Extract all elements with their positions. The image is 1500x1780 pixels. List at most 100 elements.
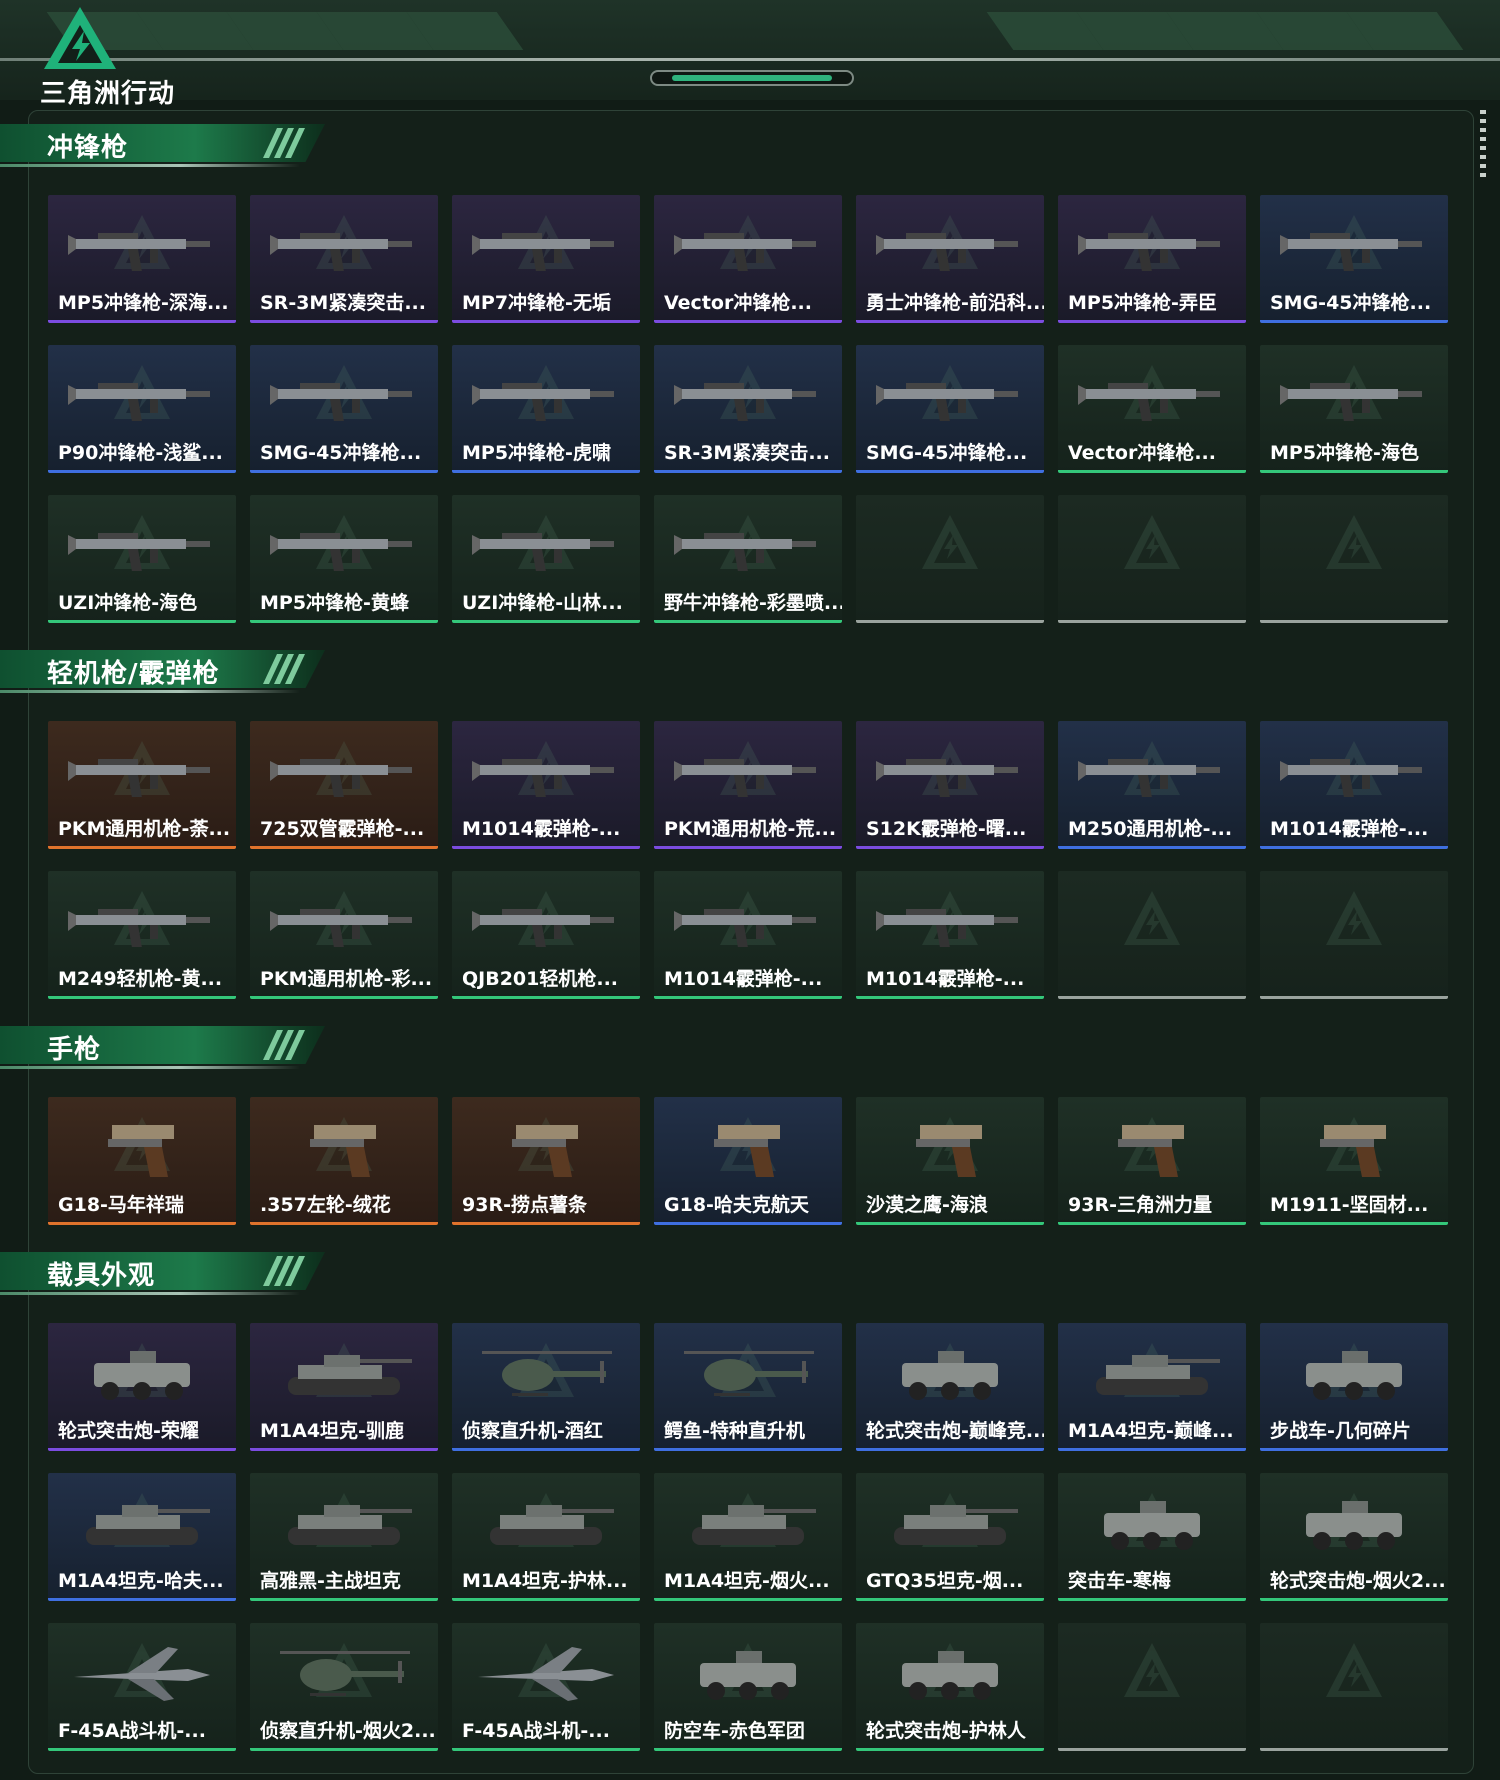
rarity-bar bbox=[1260, 1222, 1448, 1225]
watermark-logo-icon bbox=[920, 513, 980, 571]
skin-card[interactable]: 侦察直升机-烟火2... bbox=[250, 1623, 438, 1751]
rarity-bar bbox=[452, 470, 640, 473]
skin-card[interactable]: Vector冲锋枪... bbox=[654, 195, 842, 323]
skin-card[interactable]: PKM通用机枪-彩... bbox=[250, 871, 438, 999]
skin-card[interactable]: SMG-45冲锋枪... bbox=[1260, 195, 1448, 323]
tank-icon bbox=[674, 1493, 822, 1555]
skin-card[interactable]: M1014霰弹枪-... bbox=[452, 721, 640, 849]
skin-card[interactable]: G18-马年祥瑞 bbox=[48, 1097, 236, 1225]
skin-card[interactable]: 防空车-赤色军团 bbox=[654, 1623, 842, 1751]
skin-card[interactable]: M1014霰弹枪-... bbox=[1260, 721, 1448, 849]
gun-icon bbox=[472, 891, 620, 953]
skin-card[interactable]: M1A4坦克-驯鹿 bbox=[250, 1323, 438, 1451]
skin-card[interactable]: MP5冲锋枪-虎啸 bbox=[452, 345, 640, 473]
rarity-bar bbox=[250, 996, 438, 999]
gun-icon bbox=[1078, 365, 1226, 427]
skin-card[interactable]: MP5冲锋枪-弄臣 bbox=[1058, 195, 1246, 323]
pistol-icon bbox=[270, 1117, 418, 1179]
skin-card[interactable]: F-45A战斗机-... bbox=[48, 1623, 236, 1751]
rarity-bar bbox=[48, 470, 236, 473]
skin-card[interactable]: M249轻机枪-黄... bbox=[48, 871, 236, 999]
rarity-bar bbox=[1058, 620, 1246, 623]
skin-card[interactable]: M1A4坦克-哈夫... bbox=[48, 1473, 236, 1601]
skin-card[interactable]: QJB201轻机枪... bbox=[452, 871, 640, 999]
rarity-bar bbox=[856, 1748, 1044, 1751]
skin-card[interactable]: Vector冲锋枪... bbox=[1058, 345, 1246, 473]
skin-card[interactable]: M1A4坦克-烟火... bbox=[654, 1473, 842, 1601]
skin-name: M1A4坦克-驯鹿 bbox=[260, 1420, 404, 1442]
skin-name: M1014霰弹枪-... bbox=[462, 818, 621, 840]
skin-card[interactable]: UZI冲锋枪-山林... bbox=[452, 495, 640, 623]
skin-card[interactable]: 轮式突击炮-烟火2... bbox=[1260, 1473, 1448, 1601]
tank-icon bbox=[1078, 1343, 1226, 1405]
skin-card[interactable]: 725双管霰弹枪-... bbox=[250, 721, 438, 849]
skin-card[interactable]: P90冲锋枪-浅鲨... bbox=[48, 345, 236, 473]
skin-card[interactable]: M1A4坦克-护林... bbox=[452, 1473, 640, 1601]
skin-card[interactable]: 轮式突击炮-巅峰竞... bbox=[856, 1323, 1044, 1451]
skin-card[interactable]: 勇士冲锋枪-前沿科... bbox=[856, 195, 1044, 323]
skin-name: PKM通用机枪-荼... bbox=[58, 818, 231, 840]
rarity-bar bbox=[654, 1222, 842, 1225]
skin-name: SR-3M紧凑突击... bbox=[260, 292, 426, 314]
skin-card[interactable]: 步战车-几何碎片 bbox=[1260, 1323, 1448, 1451]
skin-card[interactable]: 轮式突击炮-护林人 bbox=[856, 1623, 1044, 1751]
rarity-bar bbox=[654, 320, 842, 323]
skin-card[interactable]: S12K霰弹枪-曙... bbox=[856, 721, 1044, 849]
watermark-logo-icon bbox=[1122, 513, 1182, 571]
skin-name: P90冲锋枪-浅鲨... bbox=[58, 442, 223, 464]
rarity-bar bbox=[452, 1448, 640, 1451]
skin-card[interactable]: MP7冲锋枪-无垢 bbox=[452, 195, 640, 323]
skin-card[interactable]: M1A4坦克-巅峰... bbox=[1058, 1323, 1246, 1451]
rarity-bar bbox=[250, 320, 438, 323]
rarity-bar bbox=[654, 1598, 842, 1601]
section-header: 手枪 bbox=[0, 1020, 330, 1072]
skin-card[interactable]: 鳄鱼-特种直升机 bbox=[654, 1323, 842, 1451]
skin-card[interactable]: PKM通用机枪-荒... bbox=[654, 721, 842, 849]
skin-card[interactable]: SMG-45冲锋枪... bbox=[250, 345, 438, 473]
skin-card[interactable]: .357左轮-绒花 bbox=[250, 1097, 438, 1225]
skin-card[interactable]: 93R-三角洲力量 bbox=[1058, 1097, 1246, 1225]
skin-card[interactable]: M1911-坚固材... bbox=[1260, 1097, 1448, 1225]
skin-card[interactable]: 高雅黑-主战坦克 bbox=[250, 1473, 438, 1601]
skin-card[interactable]: M1014霰弹枪-... bbox=[856, 871, 1044, 999]
helicopter-icon bbox=[674, 1343, 822, 1405]
skin-card[interactable]: SR-3M紧凑突击... bbox=[250, 195, 438, 323]
skin-name: PKM通用机枪-彩... bbox=[260, 968, 433, 990]
skin-card[interactable]: F-45A战斗机-... bbox=[452, 1623, 640, 1751]
tank-icon bbox=[472, 1493, 620, 1555]
rarity-bar bbox=[654, 996, 842, 999]
skin-card[interactable]: M250通用机枪-... bbox=[1058, 721, 1246, 849]
gun-icon bbox=[270, 741, 418, 803]
skin-card[interactable]: MP5冲锋枪-深海... bbox=[48, 195, 236, 323]
skin-card[interactable]: 野牛冲锋枪-彩墨喷... bbox=[654, 495, 842, 623]
skin-card[interactable]: PKM通用机枪-荼... bbox=[48, 721, 236, 849]
header-divider bbox=[0, 58, 1500, 61]
skin-card[interactable]: 轮式突击炮-荣耀 bbox=[48, 1323, 236, 1451]
rarity-bar bbox=[250, 1748, 438, 1751]
skin-card[interactable]: MP5冲锋枪-海色 bbox=[1260, 345, 1448, 473]
gun-icon bbox=[674, 891, 822, 953]
scrollbar[interactable] bbox=[1480, 110, 1486, 180]
skin-card[interactable]: 突击车-寒梅 bbox=[1058, 1473, 1246, 1601]
skin-card[interactable]: M1014霰弹枪-... bbox=[654, 871, 842, 999]
rarity-bar bbox=[250, 1448, 438, 1451]
rarity-bar bbox=[654, 846, 842, 849]
section-title: 手枪 bbox=[47, 1035, 102, 1065]
skin-card[interactable]: 93R-捞点薯条 bbox=[452, 1097, 640, 1225]
gun-icon bbox=[1280, 365, 1428, 427]
gun-icon bbox=[270, 891, 418, 953]
skin-card[interactable]: GTQ35坦克-烟... bbox=[856, 1473, 1044, 1601]
rarity-bar bbox=[452, 1748, 640, 1751]
rarity-bar bbox=[654, 620, 842, 623]
watermark-logo-icon bbox=[1324, 889, 1384, 947]
skin-card[interactable]: 侦察直升机-酒红 bbox=[452, 1323, 640, 1451]
gun-icon bbox=[472, 515, 620, 577]
skin-card[interactable]: 沙漠之鹰-海浪 bbox=[856, 1097, 1044, 1225]
skin-card[interactable]: G18-哈夫克航天 bbox=[654, 1097, 842, 1225]
skin-card[interactable]: SMG-45冲锋枪... bbox=[856, 345, 1044, 473]
skin-card[interactable]: MP5冲锋枪-黄蜂 bbox=[250, 495, 438, 623]
empty-slot bbox=[1260, 495, 1448, 623]
skin-card[interactable]: UZI冲锋枪-海色 bbox=[48, 495, 236, 623]
skin-card[interactable]: SR-3M紧凑突击... bbox=[654, 345, 842, 473]
pistol-icon bbox=[674, 1117, 822, 1179]
